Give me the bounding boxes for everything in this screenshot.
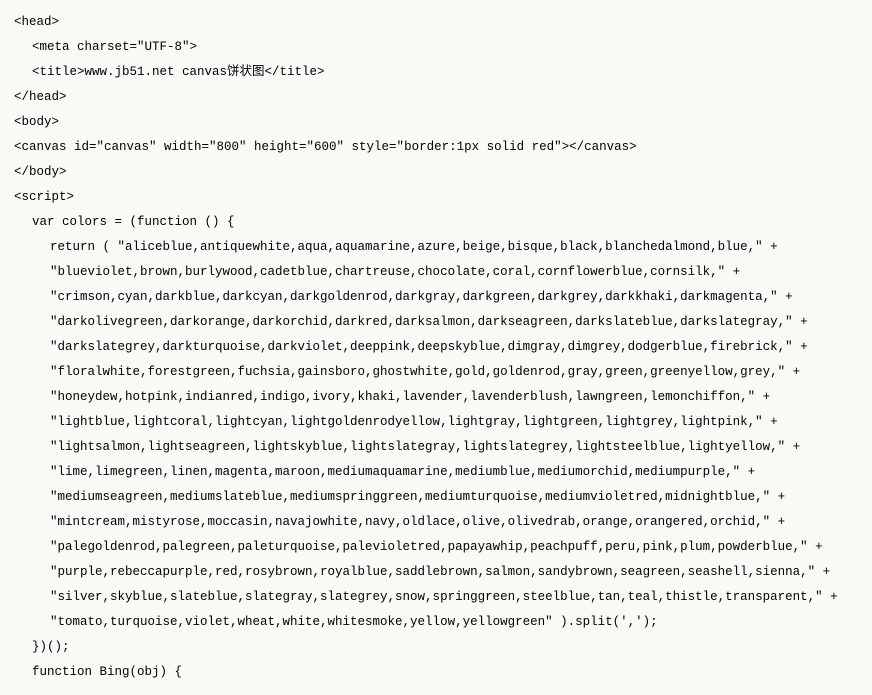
code-line: "mintcream,mistyrose,moccasin,navajowhit… bbox=[14, 510, 858, 535]
code-line: <head> bbox=[14, 10, 858, 35]
code-line: "darkolivegreen,darkorange,darkorchid,da… bbox=[14, 310, 858, 335]
code-line: <title>www.jb51.net canvas饼状图</title> bbox=[14, 60, 858, 85]
code-line: "purple,rebeccapurple,red,rosybrown,roya… bbox=[14, 560, 858, 585]
code-line: "darkslategrey,darkturquoise,darkviolet,… bbox=[14, 335, 858, 360]
code-line: "floralwhite,forestgreen,fuchsia,gainsbo… bbox=[14, 360, 858, 385]
code-line: "lime,limegreen,linen,magenta,maroon,med… bbox=[14, 460, 858, 485]
code-line: function Bing(obj) { bbox=[14, 660, 858, 685]
code-line: <meta charset="UTF-8"> bbox=[14, 35, 858, 60]
code-line: "honeydew,hotpink,indianred,indigo,ivory… bbox=[14, 385, 858, 410]
code-line: return ( "aliceblue,antiquewhite,aqua,aq… bbox=[14, 235, 858, 260]
code-line: "silver,skyblue,slateblue,slategray,slat… bbox=[14, 585, 858, 610]
code-line: "crimson,cyan,darkblue,darkcyan,darkgold… bbox=[14, 285, 858, 310]
code-line: "lightsalmon,lightseagreen,lightskyblue,… bbox=[14, 435, 858, 460]
code-line: "blueviolet,brown,burlywood,cadetblue,ch… bbox=[14, 260, 858, 285]
code-line: "tomato,turquoise,violet,wheat,white,whi… bbox=[14, 610, 858, 635]
code-line: var colors = (function () { bbox=[14, 210, 858, 235]
code-block: <head><meta charset="UTF-8"><title>www.j… bbox=[14, 10, 858, 685]
code-line: <body> bbox=[14, 110, 858, 135]
code-line: })(); bbox=[14, 635, 858, 660]
code-line: </body> bbox=[14, 160, 858, 185]
code-line: "mediumseagreen,mediumslateblue,mediumsp… bbox=[14, 485, 858, 510]
code-line: <script> bbox=[14, 185, 858, 210]
code-line: "palegoldenrod,palegreen,paleturquoise,p… bbox=[14, 535, 858, 560]
code-line: </head> bbox=[14, 85, 858, 110]
code-line: <canvas id="canvas" width="800" height="… bbox=[14, 135, 858, 160]
code-line: "lightblue,lightcoral,lightcyan,lightgol… bbox=[14, 410, 858, 435]
